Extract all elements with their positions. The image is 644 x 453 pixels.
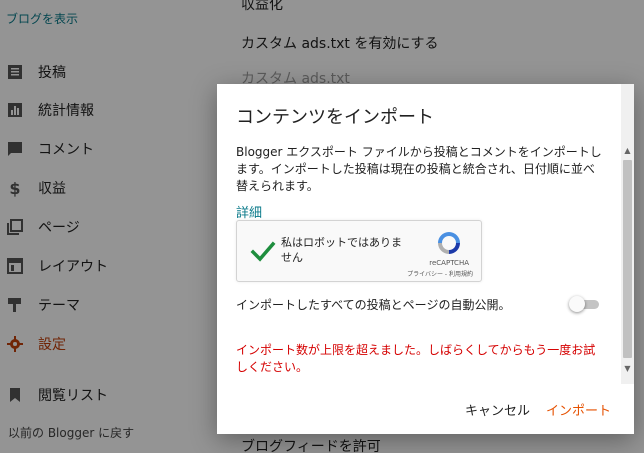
autopublish-toggle[interactable] — [569, 296, 601, 312]
scrollbar-thumb[interactable] — [623, 160, 632, 358]
recaptcha-brand: reCAPTCHA — [429, 259, 469, 267]
import-error-message: インポート数が上限を超えました。しばらくしてからもう一度お試しください。 — [236, 343, 596, 374]
scroll-up-icon[interactable]: ▲ — [623, 146, 632, 155]
toggle-thumb — [569, 296, 585, 312]
dialog-title: コンテンツをインポート — [236, 107, 434, 128]
recaptcha-label: 私はロボットではありません — [281, 236, 402, 264]
import-button[interactable]: インポート — [546, 400, 611, 419]
details-link[interactable]: 詳細 — [236, 202, 262, 221]
cancel-button[interactable]: キャンセル — [465, 400, 530, 419]
recaptcha-privacy-terms[interactable]: プライバシー - 利用規約 — [407, 269, 473, 278]
autopublish-label: インポートしたすべての投稿とページの自動公開。 — [236, 298, 511, 312]
dialog-scrollbar[interactable]: ▲ ▼ — [621, 84, 634, 384]
dialog-description: Blogger エクスポート ファイルから投稿とコメントをインポートします。イン… — [236, 145, 602, 193]
scroll-down-icon[interactable]: ▼ — [623, 364, 632, 373]
recaptcha-logo-icon — [435, 229, 463, 257]
checkmark-icon[interactable] — [249, 237, 277, 265]
import-content-dialog: コンテンツをインポート Blogger エクスポート ファイルから投稿とコメント… — [217, 84, 634, 434]
recaptcha-widget[interactable]: 私はロボットではありません reCAPTCHA プライバシー - 利用規約 — [236, 220, 482, 282]
